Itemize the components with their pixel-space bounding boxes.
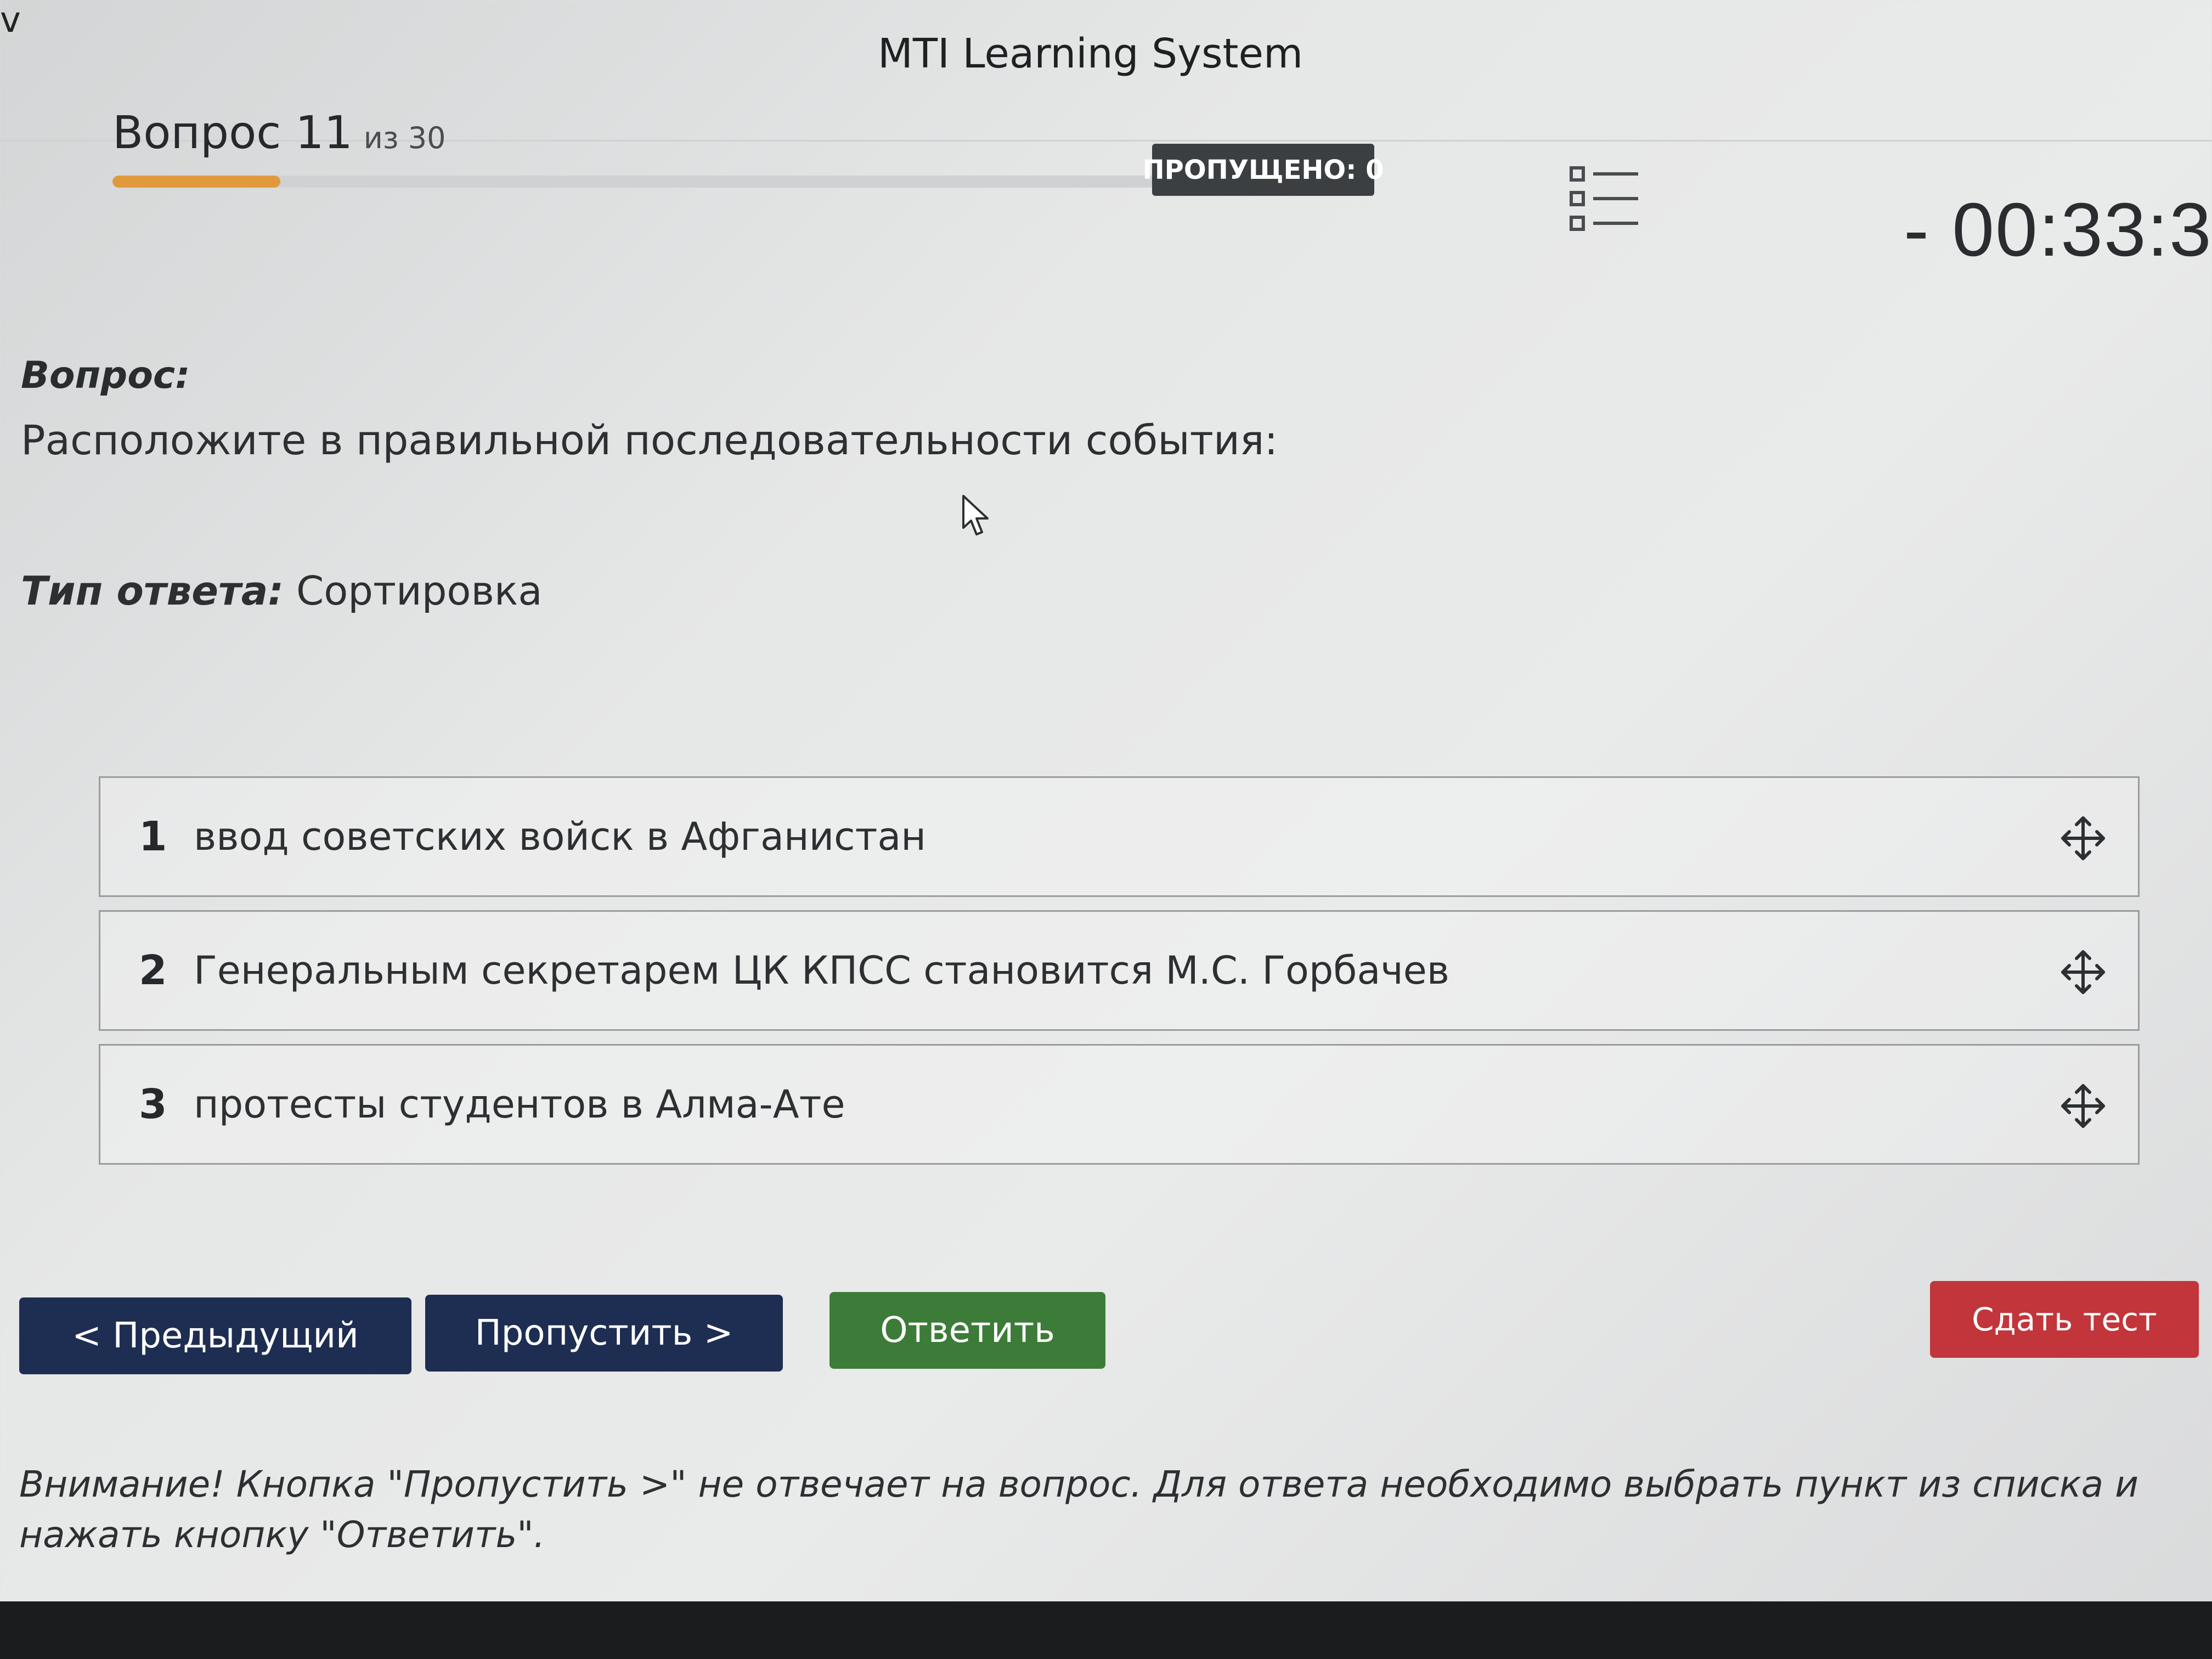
answer-type-value: Сортировка	[296, 568, 543, 614]
progress-bar-fill	[112, 176, 280, 188]
sort-item-number: 3	[139, 1081, 167, 1128]
question-label: Вопрос:	[21, 354, 190, 397]
previous-button[interactable]: < Предыдущий	[19, 1297, 411, 1374]
question-total: из 30	[363, 121, 446, 155]
sort-item-1[interactable]: 1 ввод советских войск в Афганистан	[99, 776, 2140, 897]
sort-item-text: протесты студентов в Алма-Ате	[194, 1082, 845, 1127]
screen-bezel	[0, 1601, 2212, 1659]
answer-type: Тип ответа: Сортировка	[21, 568, 543, 614]
app-title: MTI Learning System	[878, 30, 1304, 77]
countdown-timer: - 00:33:38	[1904, 188, 2212, 272]
corner-glyph: v	[0, 0, 21, 41]
question-list-icon[interactable]	[1569, 165, 1640, 233]
sort-item-number: 1	[139, 813, 167, 860]
sort-item-3[interactable]: 3 протесты студентов в Алма-Ате	[99, 1044, 2140, 1165]
skip-warning-text: Внимание! Кнопка "Пропустить >" не отвеч…	[19, 1463, 2138, 1556]
sort-item-number: 2	[139, 947, 167, 994]
answer-type-label: Тип ответа:	[21, 568, 284, 614]
move-icon[interactable]	[2058, 947, 2108, 997]
sort-item-text: Генеральным секретарем ЦК КПСС становитс…	[194, 948, 1450, 993]
question-text: Расположите в правильной последовательно…	[21, 417, 1278, 464]
move-icon[interactable]	[2058, 814, 2108, 863]
sort-item-text: ввод советских войск в Афганистан	[194, 814, 927, 859]
submit-test-button[interactable]: Сдать тест	[1930, 1281, 2199, 1358]
skipped-badge: ПРОПУЩЕНО: 0	[1142, 144, 1384, 196]
question-number: Вопрос 11	[112, 107, 353, 159]
move-icon[interactable]	[2058, 1081, 2108, 1131]
sort-list: 1 ввод советских войск в Афганистан 2 Ге…	[99, 776, 2140, 1178]
skip-button[interactable]: Пропустить >	[425, 1295, 783, 1372]
answer-button[interactable]: Ответить	[830, 1292, 1105, 1369]
sort-item-2[interactable]: 2 Генеральным секретарем ЦК КПСС станови…	[99, 910, 2140, 1031]
mouse-cursor-icon	[962, 495, 989, 535]
question-counter: Вопрос 11 из 30	[112, 107, 445, 159]
